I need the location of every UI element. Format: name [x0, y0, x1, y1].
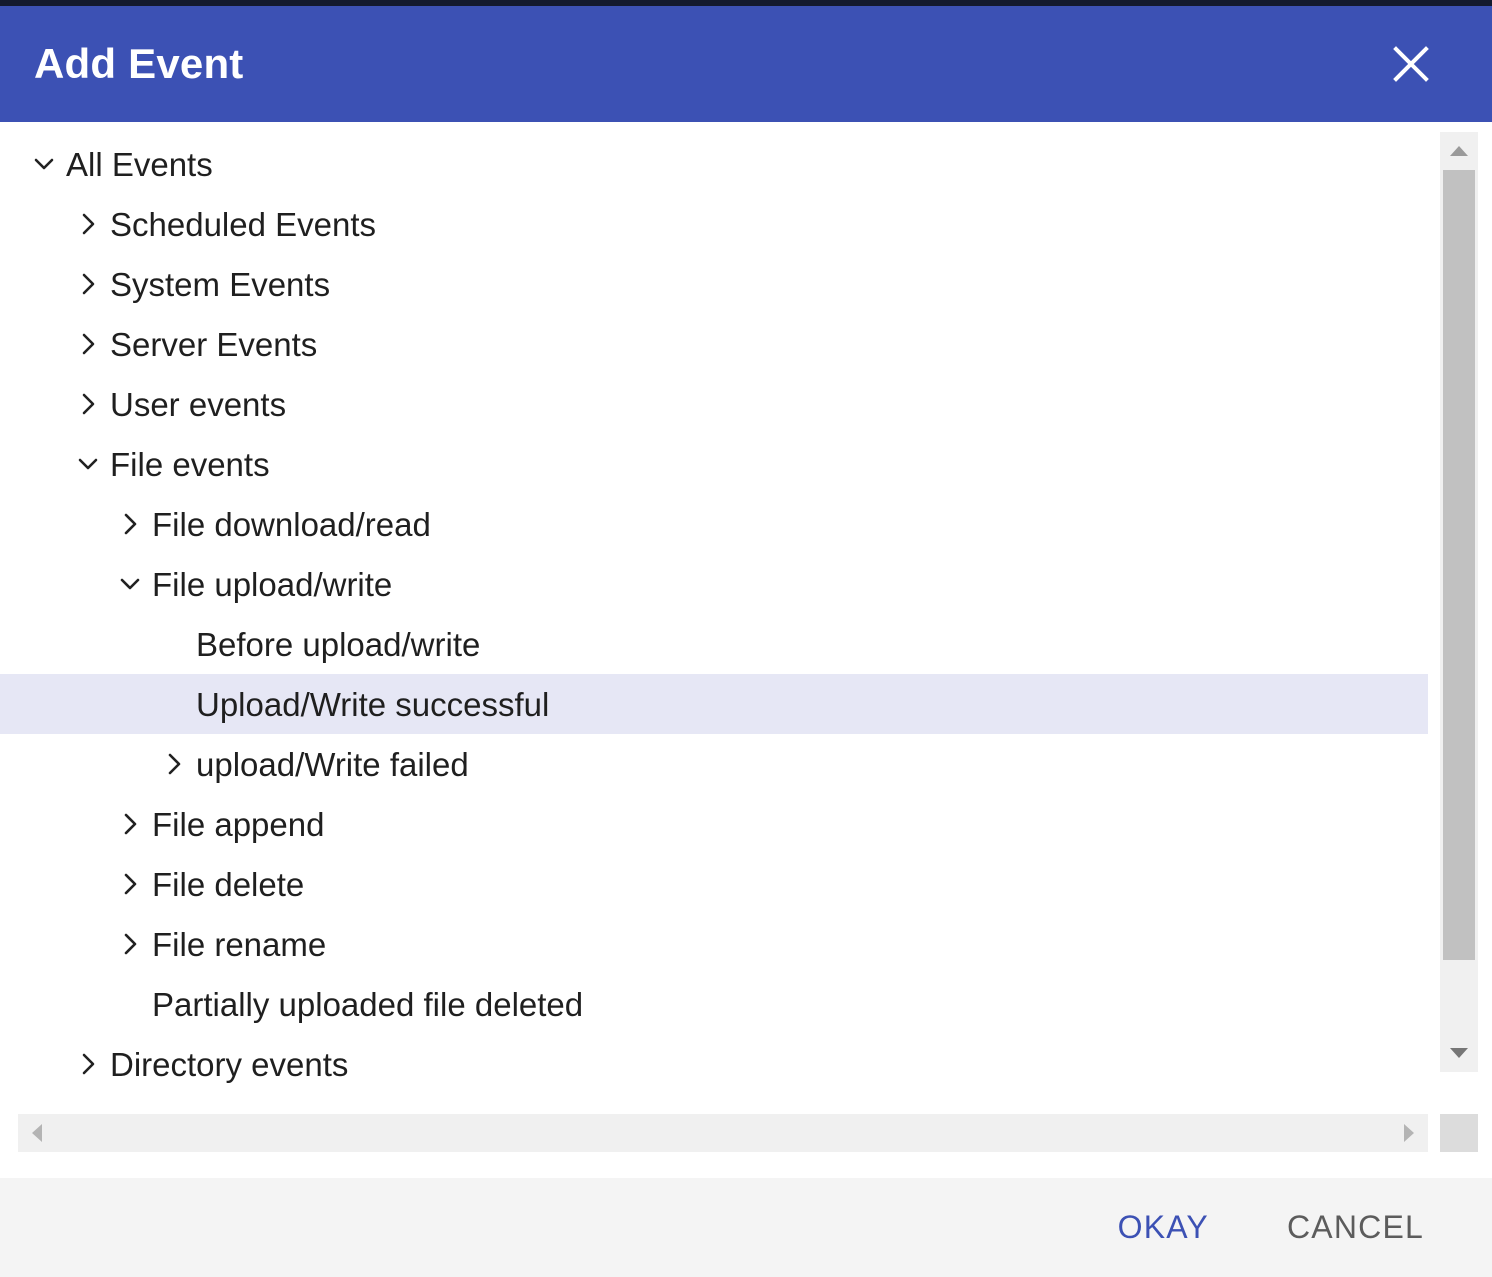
tree-item-file-events[interactable]: File events — [0, 434, 1428, 494]
triangle-left-icon[interactable] — [18, 1114, 56, 1152]
tree-item-label: File delete — [152, 868, 304, 901]
tree-item-label: Scheduled Events — [110, 208, 376, 241]
tree-item-file-rename[interactable]: File rename — [0, 914, 1428, 974]
tree-item-system-events[interactable]: System Events — [0, 254, 1428, 314]
chevron-right-icon[interactable] — [108, 502, 152, 546]
dialog-body: All Events Scheduled Events System Events S… — [0, 122, 1492, 1178]
tree-item-label: File append — [152, 808, 324, 841]
chevron-down-icon[interactable] — [108, 562, 152, 606]
chevron-right-icon[interactable] — [66, 1042, 110, 1084]
tree-item-upload-write-successful[interactable]: Upload/Write successful — [0, 674, 1428, 734]
scrollbar-corner — [1440, 1114, 1478, 1152]
tree-item-before-upload-write[interactable]: Before upload/write — [0, 614, 1428, 674]
tree-item-label: System Events — [110, 268, 330, 301]
tree-item-label: Server Events — [110, 328, 317, 361]
tree-twisty-placeholder — [152, 622, 196, 666]
tree-item-user-events[interactable]: User events — [0, 374, 1428, 434]
tree-item-label: All Events — [66, 148, 213, 181]
chevron-down-icon[interactable] — [22, 142, 66, 186]
tree-item-scheduled-events[interactable]: Scheduled Events — [0, 194, 1428, 254]
okay-button[interactable]: OKAY — [1096, 1199, 1231, 1256]
horizontal-scrollbar-track[interactable] — [56, 1114, 1390, 1152]
tree-item-label: Directory events — [110, 1048, 348, 1081]
triangle-down-icon[interactable] — [1440, 1034, 1478, 1072]
chevron-right-icon[interactable] — [66, 322, 110, 366]
tree-item-label: File events — [110, 448, 270, 481]
tree-item-directory-events[interactable]: Directory events — [0, 1034, 1428, 1084]
tree-item-server-events[interactable]: Server Events — [0, 314, 1428, 374]
tree-item-upload-write-failed[interactable]: upload/Write failed — [0, 734, 1428, 794]
tree-item-file-upload-write[interactable]: File upload/write — [0, 554, 1428, 614]
tree-item-all-events[interactable]: All Events — [0, 134, 1428, 194]
horizontal-scrollbar[interactable] — [18, 1114, 1428, 1152]
tree-item-label: File download/read — [152, 508, 431, 541]
dialog-footer: OKAY CANCEL — [0, 1178, 1492, 1277]
add-event-dialog: Add Event All Events Scheduled Events Syst… — [0, 0, 1492, 1277]
tree-item-file-append[interactable]: File append — [0, 794, 1428, 854]
tree-item-file-download-read[interactable]: File download/read — [0, 494, 1428, 554]
vertical-scrollbar[interactable] — [1440, 132, 1478, 1072]
chevron-right-icon[interactable] — [66, 202, 110, 246]
vertical-scrollbar-track[interactable] — [1440, 170, 1478, 1034]
tree-item-file-delete[interactable]: File delete — [0, 854, 1428, 914]
chevron-down-icon[interactable] — [66, 442, 110, 486]
chevron-right-icon[interactable] — [66, 262, 110, 306]
chevron-right-icon[interactable] — [108, 922, 152, 966]
tree-item-label: User events — [110, 388, 286, 421]
chevron-right-icon[interactable] — [66, 382, 110, 426]
close-icon[interactable] — [1382, 35, 1440, 93]
triangle-up-icon[interactable] — [1440, 132, 1478, 170]
event-tree-viewport[interactable]: All Events Scheduled Events System Events S… — [0, 134, 1428, 1084]
tree-twisty-placeholder — [152, 682, 196, 726]
tree-item-label: Before upload/write — [196, 628, 480, 661]
tree-item-label: File upload/write — [152, 568, 392, 601]
tree-item-label: Upload/Write successful — [196, 688, 549, 721]
tree-item-label: Partially uploaded file deleted — [152, 988, 583, 1021]
tree-twisty-placeholder — [108, 982, 152, 1026]
vertical-scrollbar-thumb[interactable] — [1443, 170, 1475, 960]
chevron-right-icon[interactable] — [108, 862, 152, 906]
chevron-right-icon[interactable] — [152, 742, 196, 786]
event-tree: All Events Scheduled Events System Events S… — [0, 134, 1428, 1084]
tree-item-label: File rename — [152, 928, 326, 961]
triangle-right-icon[interactable] — [1390, 1114, 1428, 1152]
dialog-header: Add Event — [0, 6, 1492, 122]
cancel-button[interactable]: CANCEL — [1265, 1199, 1446, 1256]
page-title: Add Event — [34, 43, 243, 85]
tree-item-label: upload/Write failed — [196, 748, 469, 781]
tree-item-partially-uploaded-file-deleted[interactable]: Partially uploaded file deleted — [0, 974, 1428, 1034]
chevron-right-icon[interactable] — [108, 802, 152, 846]
